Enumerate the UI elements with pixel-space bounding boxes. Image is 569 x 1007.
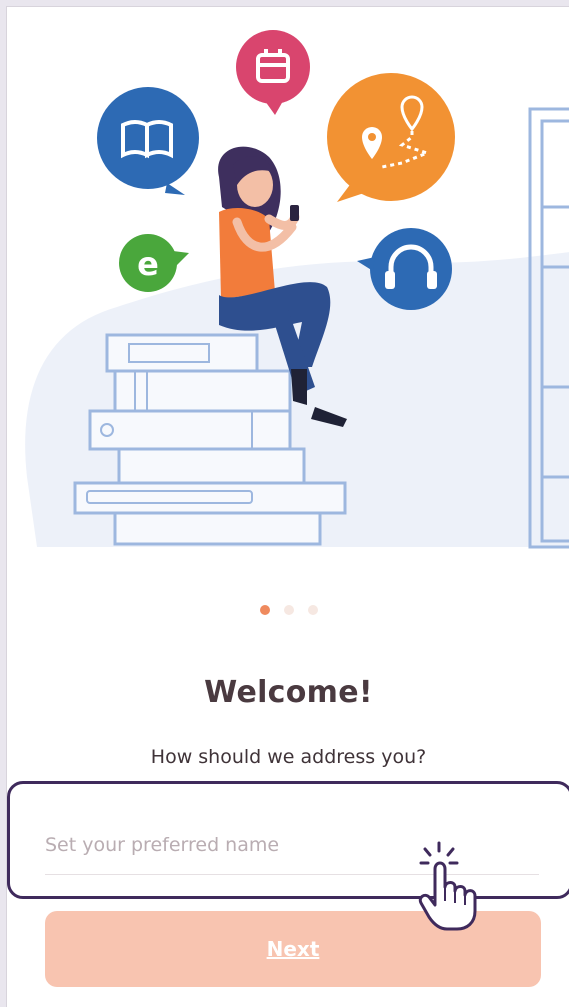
welcome-title: Welcome! xyxy=(204,675,373,710)
ebook-bubble-icon: e xyxy=(119,234,189,292)
address-question: How should we address you? xyxy=(150,746,427,768)
svg-text:e: e xyxy=(137,245,159,283)
hand-pointer-icon xyxy=(418,841,477,931)
page-indicator xyxy=(7,605,569,619)
map-route-bubble-icon xyxy=(327,73,455,202)
onboarding-illustration: e xyxy=(25,30,569,549)
page-dot[interactable] xyxy=(283,605,294,615)
app-screen: e Welcome! How should we address you? Ne… xyxy=(6,6,569,1007)
book-bubble-icon xyxy=(97,87,199,195)
page-dot-active[interactable] xyxy=(259,605,270,615)
calendar-bubble-icon xyxy=(236,30,310,115)
page-dot[interactable] xyxy=(307,605,318,615)
